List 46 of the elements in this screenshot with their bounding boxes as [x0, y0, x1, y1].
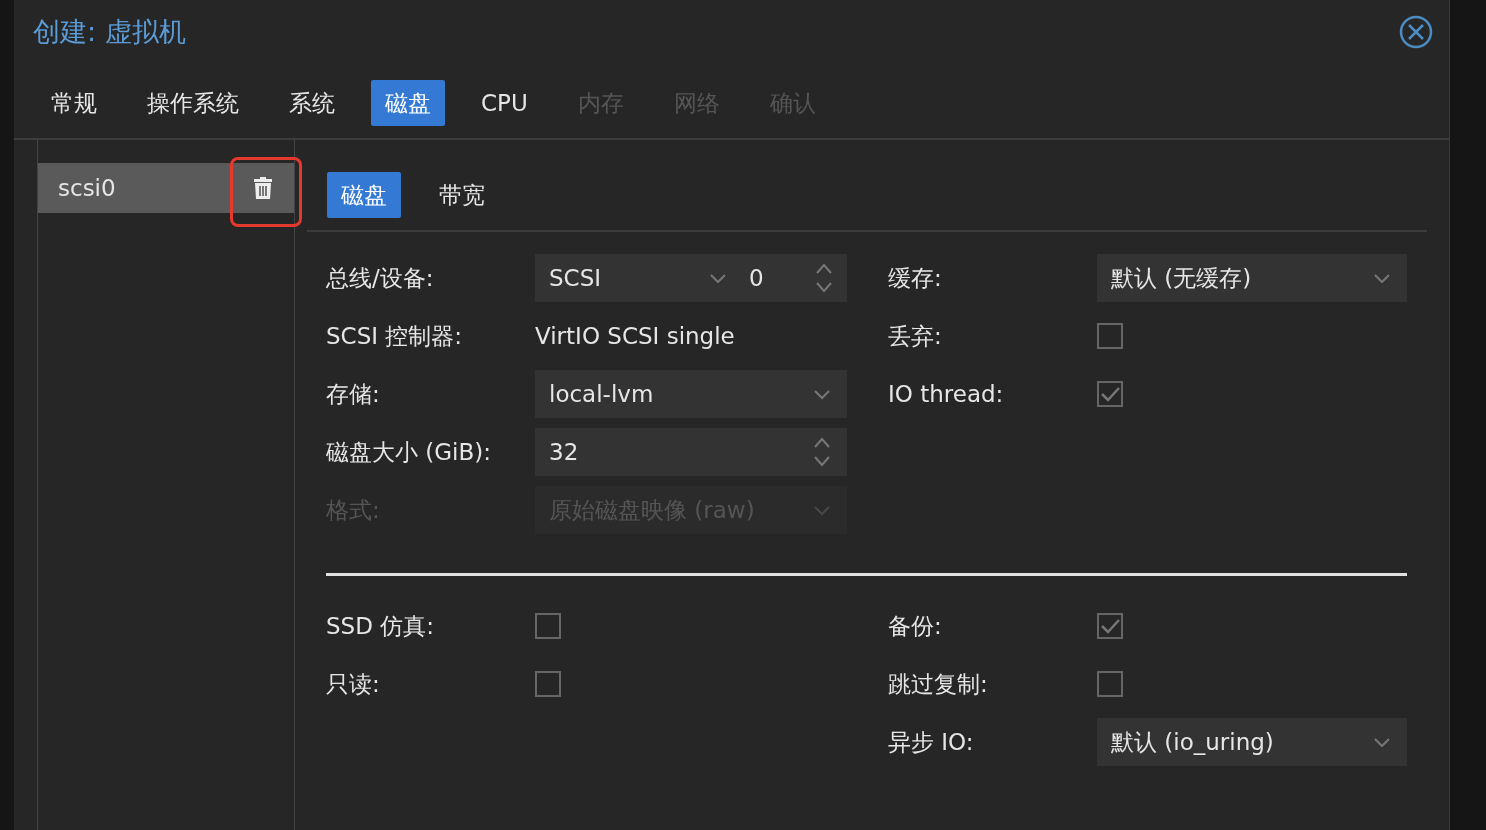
field-label: IO thread: [888, 381, 1005, 407]
field-label: 跳过复制: [888, 669, 989, 699]
chevron-down-icon [813, 504, 831, 516]
checkbox[interactable] [535, 671, 561, 697]
spinner-arrows-icon[interactable] [815, 262, 833, 294]
field-label: 备份: [888, 611, 943, 641]
close-icon[interactable] [1399, 15, 1433, 49]
field-label: SSD 仿真: [326, 611, 435, 641]
number-field[interactable]: 32 [535, 428, 847, 476]
field-label: 丢弃: [888, 321, 943, 351]
chevron-down-icon [1373, 272, 1391, 284]
device-number-field[interactable]: 0 [737, 254, 847, 302]
wizard-tab[interactable]: 操作系统 [133, 80, 253, 126]
checkbox[interactable] [1097, 381, 1123, 407]
dropdown-field[interactable]: 默认 (io_uring) [1097, 718, 1407, 766]
field-label: 总线/设备: [326, 263, 435, 293]
trash-icon [253, 176, 273, 200]
bus-select[interactable]: SCSI [535, 254, 737, 302]
dropdown-field[interactable]: local-lvm [535, 370, 847, 418]
wizard-tab[interactable]: 常规 [37, 80, 111, 126]
spinner-arrows-icon[interactable] [813, 436, 831, 468]
checkbox[interactable] [1097, 323, 1123, 349]
chevron-down-icon [709, 272, 727, 284]
wizard-tab[interactable]: CPU [467, 80, 542, 126]
chevron-down-icon [1373, 736, 1391, 748]
field-label: 异步 IO: [888, 727, 975, 757]
field-label: 存储: [326, 379, 381, 409]
dropdown-field[interactable]: 默认 (无缓存) [1097, 254, 1407, 302]
sub-tab[interactable]: 磁盘 [327, 172, 401, 218]
disk-list-item[interactable]: scsi0 [38, 163, 294, 213]
wizard-tab[interactable]: 系统 [275, 80, 349, 126]
checkmark-icon [1100, 386, 1120, 402]
dialog-title: 创建: 虚拟机 [33, 15, 186, 49]
controller-value: VirtIO SCSI single [535, 323, 736, 349]
field-label: 缓存: [888, 263, 943, 293]
chevron-down-icon [813, 388, 831, 400]
wizard-tab[interactable]: 磁盘 [371, 80, 445, 126]
field-label: 只读: [326, 669, 381, 699]
checkmark-icon [1100, 618, 1120, 634]
checkbox[interactable] [1097, 613, 1123, 639]
sub-tab[interactable]: 带宽 [425, 172, 499, 218]
field-label: 磁盘大小 (GiB): [326, 437, 492, 467]
checkbox[interactable] [1097, 671, 1123, 697]
disk-name: scsi0 [57, 175, 116, 201]
field-label: SCSI 控制器: [326, 321, 464, 351]
checkbox[interactable] [535, 613, 561, 639]
